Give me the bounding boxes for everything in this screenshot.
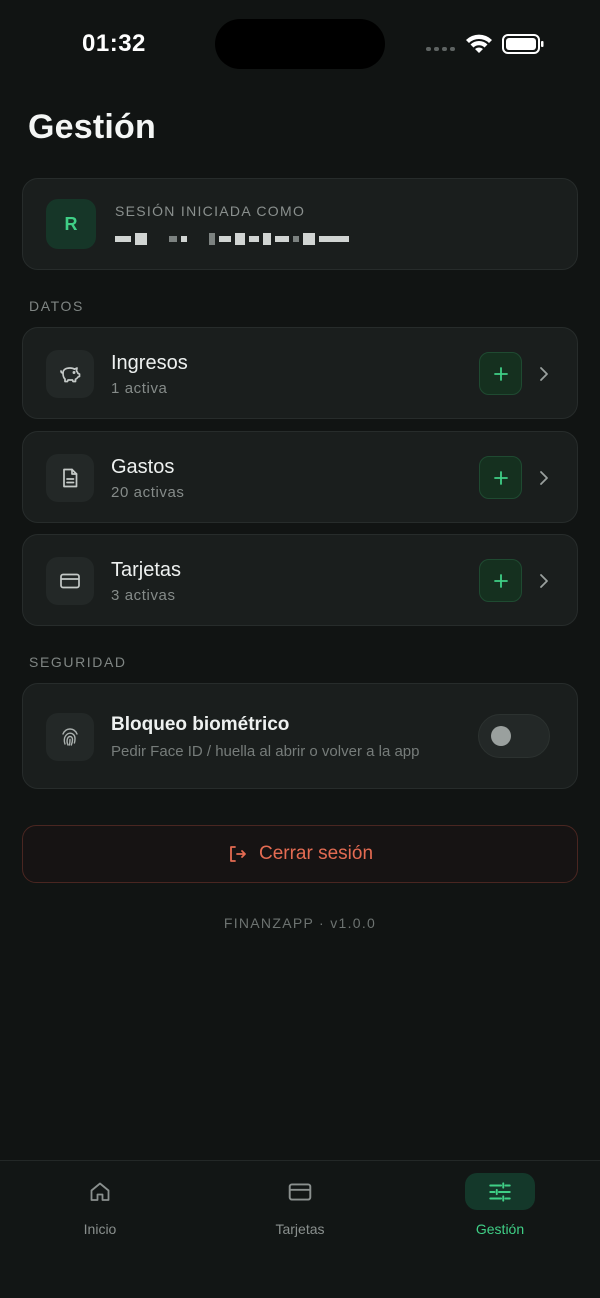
cellular-signal-icon — [426, 47, 455, 51]
chevron-right-icon — [540, 574, 548, 588]
sliders-icon — [489, 1181, 511, 1202]
plus-icon — [493, 470, 508, 485]
plus-icon — [493, 366, 508, 381]
biometric-toggle[interactable] — [478, 714, 550, 758]
row-subtitle: 20 activas — [111, 484, 185, 501]
logout-icon — [230, 846, 246, 862]
session-label: SESIÓN INICIADA COMO — [115, 203, 306, 219]
battery-icon — [502, 34, 544, 54]
row-subtitle: 1 activa — [111, 380, 168, 397]
row-title: Tarjetas — [111, 559, 182, 581]
credit-card-icon — [46, 557, 94, 605]
home-icon — [90, 1182, 110, 1201]
row-ingresos[interactable]: Ingresos 1 activa — [22, 327, 578, 419]
dynamic-island — [215, 19, 385, 69]
plus-icon — [493, 573, 508, 588]
add-ingreso-button[interactable] — [479, 352, 522, 395]
tab-label: Gestión — [475, 1221, 525, 1237]
row-tarjetas[interactable]: Tarjetas 3 activas — [22, 534, 578, 626]
fingerprint-icon — [46, 713, 94, 761]
add-gasto-button[interactable] — [479, 456, 522, 499]
tab-inicio[interactable]: Inicio — [20, 1173, 180, 1249]
wifi-icon — [466, 34, 492, 53]
row-subtitle: 3 activas — [111, 587, 176, 604]
logout-button[interactable]: Cerrar sesión — [22, 825, 578, 883]
tab-gestion[interactable]: Gestión — [420, 1173, 580, 1249]
document-icon — [46, 454, 94, 502]
tab-bar: Inicio Tarjetas Gestión — [0, 1160, 600, 1298]
chevron-right-icon — [540, 471, 548, 485]
section-label-datos: DATOS — [29, 298, 84, 314]
biometric-title: Bloqueo biométrico — [111, 714, 290, 735]
row-title: Ingresos — [111, 352, 188, 374]
status-time: 01:32 — [82, 30, 146, 57]
chevron-right-icon — [540, 367, 548, 381]
status-bar: 01:32 — [0, 0, 600, 90]
app-version: FINANZAPP · v1.0.0 — [223, 915, 377, 931]
tab-label: Inicio — [83, 1221, 117, 1237]
row-title: Gastos — [111, 456, 175, 478]
biometric-lock-card: Bloqueo biométrico Pedir Face ID / huell… — [22, 683, 578, 789]
session-email-redacted — [115, 229, 375, 249]
biometric-subtitle: Pedir Face ID / huella al abrir o volver… — [111, 743, 420, 760]
avatar: R — [46, 199, 96, 249]
section-label-seguridad: SEGURIDAD — [29, 654, 127, 670]
page-title: Gestión — [28, 108, 156, 146]
row-gastos[interactable]: Gastos 20 activas — [22, 431, 578, 523]
piggy-bank-icon — [46, 350, 94, 398]
credit-card-icon — [288, 1182, 312, 1201]
tab-tarjetas[interactable]: Tarjetas — [220, 1173, 380, 1249]
add-tarjeta-button[interactable] — [479, 559, 522, 602]
session-card: R SESIÓN INICIADA COMO — [22, 178, 578, 270]
logout-label: Cerrar sesión — [258, 843, 374, 864]
toggle-knob — [491, 726, 511, 746]
tab-label: Tarjetas — [275, 1221, 325, 1237]
